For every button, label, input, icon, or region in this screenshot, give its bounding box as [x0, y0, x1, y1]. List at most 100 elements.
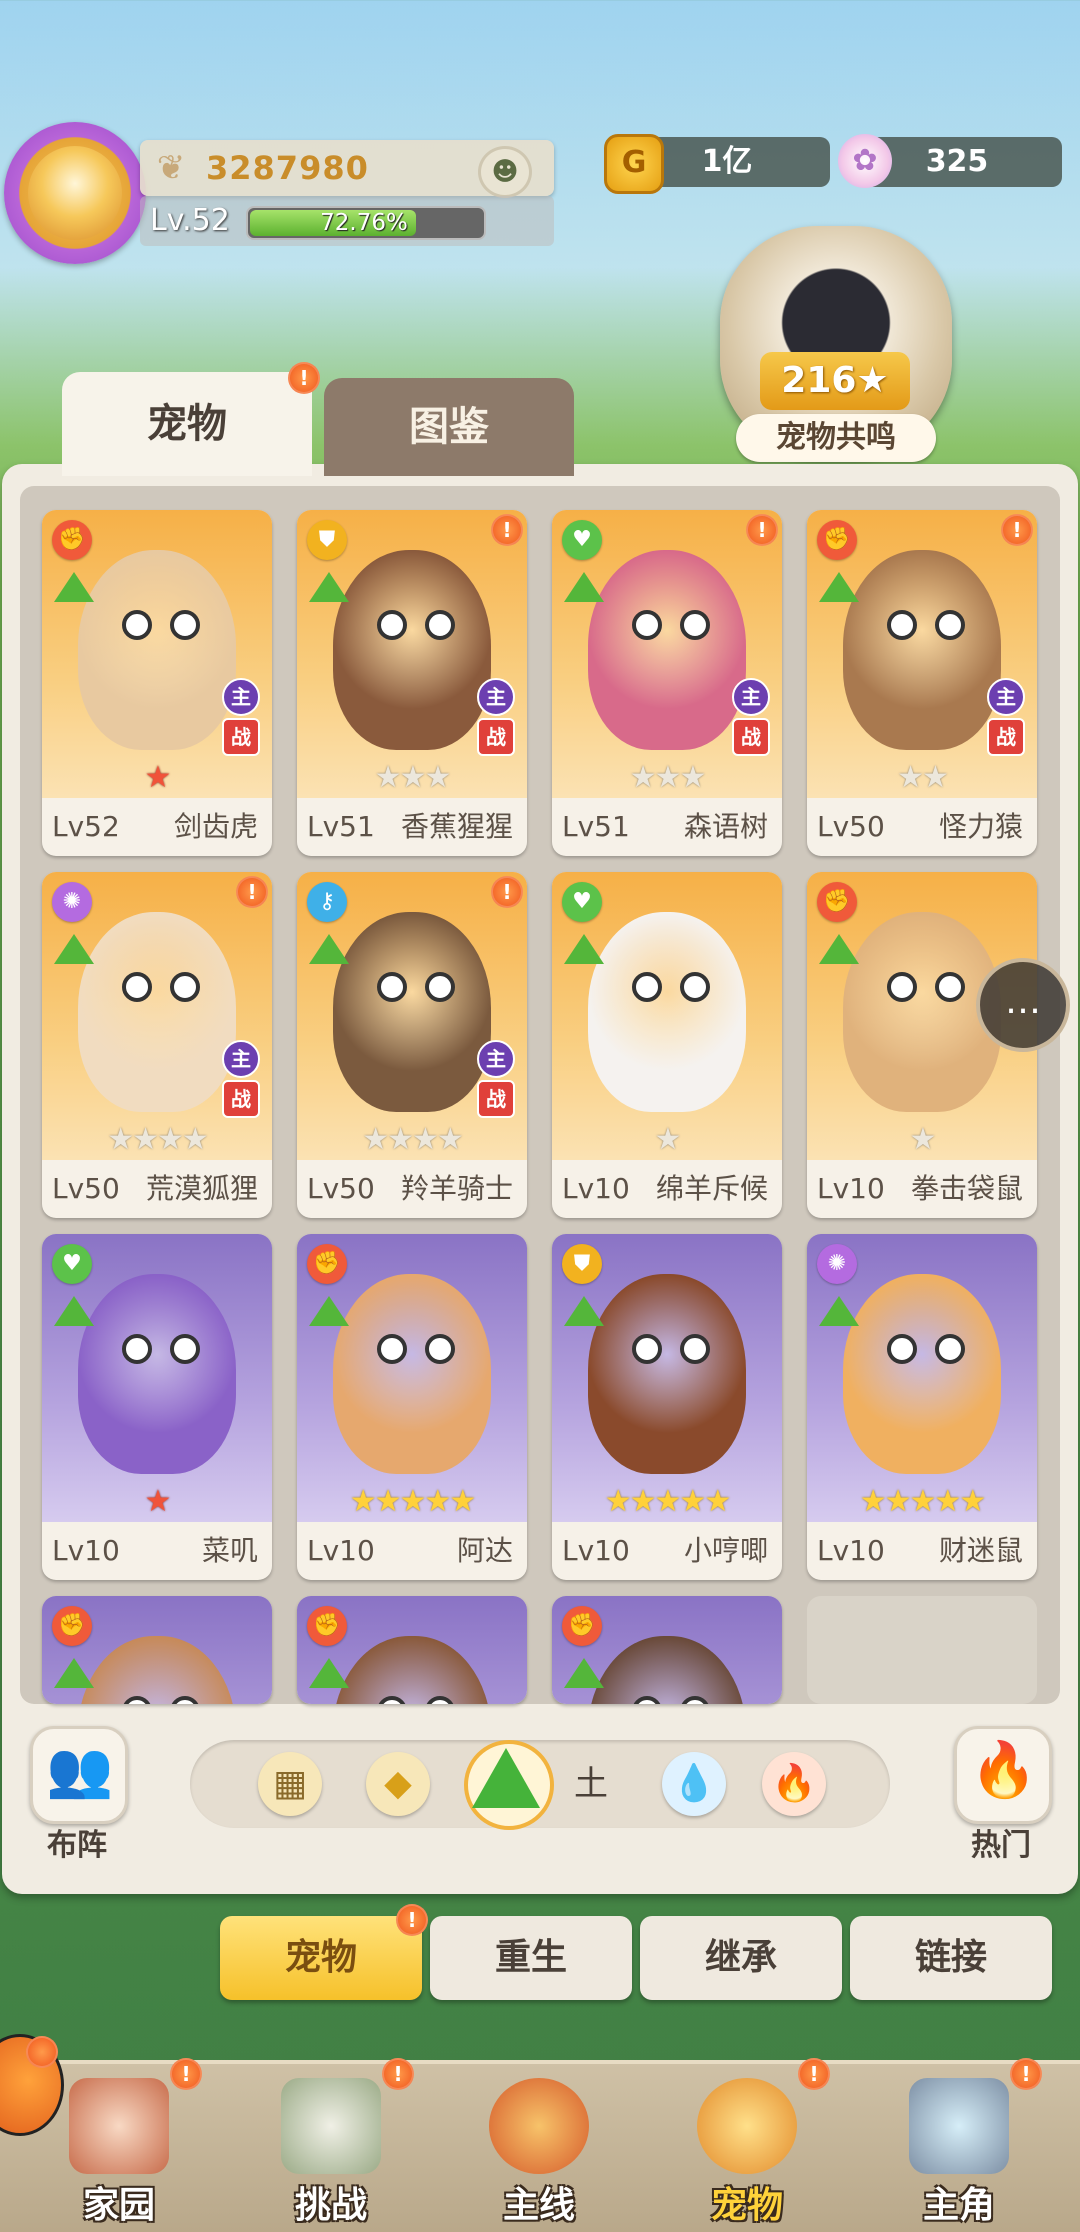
power-value: 3287980	[206, 149, 369, 187]
filter-fire-icon[interactable]: 🔥	[762, 1752, 826, 1816]
pet-eye	[887, 1334, 917, 1364]
player-level: Lv.52	[150, 203, 230, 238]
pet-star-rating: ★★★	[629, 760, 707, 795]
pet-eye	[377, 972, 407, 1002]
pet-eye	[680, 1696, 710, 1704]
nav-home[interactable]: ! 家园	[24, 2058, 214, 2228]
pet-eye	[377, 1696, 407, 1704]
pet-name: 阿达	[456, 1534, 513, 1567]
pet-eye	[680, 972, 710, 1002]
pet-name: 财迷鼠	[938, 1534, 1023, 1567]
chat-bubble-icon[interactable]: …	[976, 958, 1070, 1052]
pet-alert-badge: !	[746, 514, 778, 546]
main-pet-tag: 主	[477, 678, 515, 716]
pet-name: 小哼唧	[683, 1534, 768, 1567]
subtab-inherit[interactable]: 继承	[640, 1916, 842, 2000]
pet-eye	[170, 1696, 200, 1704]
pet-card-footer: Lv52 剑齿虎	[42, 798, 272, 856]
pet-card[interactable]: ⛊ 主战 ★★★ Lv51 香蕉猩猩!	[297, 510, 527, 856]
nav-pets-label: 宠物	[710, 2185, 783, 2226]
fist-type-icon: ✊	[817, 520, 857, 560]
tab-pets[interactable]: 宠物	[62, 372, 312, 476]
pet-star-rating: ★★★★	[362, 1122, 464, 1157]
tab-codex[interactable]: 图鉴	[324, 378, 574, 476]
pet-eye	[122, 972, 152, 1002]
pet-card[interactable]: ✊ ★★★★★ Lv10 阿达	[297, 1234, 527, 1580]
nav-pets[interactable]: ! 宠物	[652, 2058, 842, 2228]
pet-alert-badge: !	[491, 514, 523, 546]
pet-name: 拳击袋鼠	[910, 1172, 1023, 1205]
pet-portrait	[588, 912, 746, 1112]
earth-element-icon	[309, 1296, 349, 1326]
pets-dragon-icon	[697, 2078, 797, 2174]
fist-type-icon: ✊	[52, 520, 92, 560]
nav-challenge-label: 挑战	[294, 2185, 367, 2226]
pet-card[interactable]: ⛊ ★★★★★ Lv10 小哼唧	[552, 1234, 782, 1580]
pet-eye	[170, 1334, 200, 1364]
pet-eye	[170, 610, 200, 640]
pet-card[interactable]: ♥ 主战 ★★★ Lv51 森语树!	[552, 510, 782, 856]
power-wings-icon: ❦	[156, 148, 186, 188]
main-quest-paw-icon	[489, 2078, 589, 2174]
pet-portrait	[333, 550, 491, 750]
pet-card[interactable]: ✊ 主战 ★★ Lv50 怪力猿!	[807, 510, 1037, 856]
pet-portrait	[333, 1274, 491, 1474]
pet-card[interactable]: ♥ ★ Lv10 绵羊斥候	[552, 872, 782, 1218]
pet-star-rating: ★★★★★	[349, 1484, 476, 1519]
pet-card[interactable]: ✊	[552, 1596, 782, 1704]
nav-hero[interactable]: ! 主角	[864, 2058, 1054, 2228]
pet-name: 香蕉猩猩	[400, 810, 513, 843]
pet-card-footer: Lv50 怪力猿	[807, 798, 1037, 856]
nav-pets-alert-badge: !	[798, 2058, 830, 2090]
pet-card[interactable]: ✺ 主战 ★★★★ Lv50 荒漠狐狸!	[42, 872, 272, 1218]
hot-label: 热门	[971, 1828, 1031, 1863]
pet-eye	[425, 610, 455, 640]
filter-earth-icon[interactable]	[472, 1748, 540, 1808]
pet-card[interactable]: ✊	[297, 1596, 527, 1704]
nav-main-quest[interactable]: 主线	[444, 2064, 634, 2228]
pet-name: 羚羊骑士	[400, 1172, 513, 1205]
subtab-link[interactable]: 链接	[850, 1916, 1052, 2000]
main-pet-tag: 主	[222, 1040, 260, 1078]
pet-level: Lv52	[52, 810, 120, 843]
pet-eye	[122, 1696, 152, 1704]
earth-element-icon	[564, 934, 604, 964]
resonance-label[interactable]: 宠物共鸣	[736, 414, 936, 462]
pet-card-footer: Lv10 菜叽	[42, 1522, 272, 1580]
pearl-shell-icon: ✿	[838, 134, 892, 188]
pet-star-rating: ★★	[897, 760, 949, 795]
pet-card[interactable]: ✊ 主战 ★ Lv52 剑齿虎	[42, 510, 272, 856]
battle-tag: 战	[732, 718, 770, 756]
formation-label: 布阵	[47, 1828, 107, 1863]
pet-eye	[122, 1334, 152, 1364]
pet-card[interactable]: ✺ ★★★★★ Lv10 财迷鼠	[807, 1234, 1037, 1580]
filter-all-grid-icon[interactable]: ▦	[258, 1752, 322, 1816]
pet-card-footer: Lv10 财迷鼠	[807, 1522, 1037, 1580]
nav-home-alert-badge: !	[170, 2058, 202, 2090]
nav-challenge-alert-badge: !	[382, 2058, 414, 2090]
pet-card[interactable]: ⚷ 主战 ★★★★ Lv50 羚羊骑士!	[297, 872, 527, 1218]
avatar[interactable]	[28, 146, 122, 240]
subtab-pets[interactable]: 宠物	[220, 1916, 422, 2000]
subtab-rebirth[interactable]: 重生	[430, 1916, 632, 2000]
pet-level: Lv10	[307, 1534, 375, 1567]
pet-card[interactable]: ✊	[42, 1596, 272, 1704]
pet-eye	[632, 1334, 662, 1364]
earth-element-icon	[309, 1658, 349, 1688]
pet-card-footer: Lv51 香蕉猩猩	[297, 798, 527, 856]
nav-challenge[interactable]: ! 挑战	[236, 2058, 426, 2228]
pet-name: 菜叽	[201, 1534, 258, 1567]
heart-type-icon: ♥	[52, 1244, 92, 1284]
pet-alert-badge: !	[491, 876, 523, 908]
fossil-head-icon[interactable]: ☻	[478, 146, 532, 198]
filter-water-drop-icon[interactable]: 💧	[662, 1752, 726, 1816]
filter-metal-icon[interactable]: ◆	[366, 1752, 430, 1816]
pet-eye	[425, 1696, 455, 1704]
nav-hero-label: 主角	[922, 2185, 995, 2226]
resonance-star-count: 216★	[760, 352, 910, 410]
pet-card[interactable]: ♥ ★ Lv10 菜叽	[42, 1234, 272, 1580]
earth-element-icon	[54, 934, 94, 964]
pet-portrait	[78, 1274, 236, 1474]
pet-portrait	[333, 912, 491, 1112]
pet-level: Lv10	[52, 1534, 120, 1567]
